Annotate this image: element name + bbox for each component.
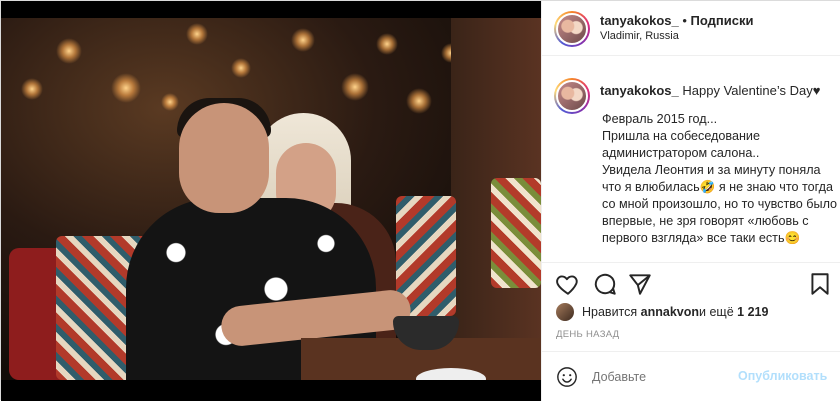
author-username[interactable]: tanyakokos_ bbox=[600, 13, 679, 28]
header-user-line: tanyakokos_ • Подписки bbox=[600, 13, 753, 28]
likes-prefix: Нравится bbox=[582, 305, 638, 319]
post-timestamp[interactable]: ДЕНЬ НАЗАД bbox=[556, 329, 619, 340]
comment-bar: Опубликовать bbox=[542, 351, 840, 401]
comment-icon[interactable] bbox=[592, 271, 618, 297]
share-icon[interactable] bbox=[627, 271, 653, 297]
caption-area: tanyakokos_ Happy Valentine’s Day♥ Февра… bbox=[542, 66, 840, 261]
post-header: tanyakokos_ • Подписки Vladimir, Russia bbox=[542, 1, 840, 56]
liker-avatar[interactable] bbox=[556, 303, 574, 321]
post-side-panel: tanyakokos_ • Подписки Vladimir, Russia … bbox=[541, 1, 840, 401]
likes-count[interactable]: 1 219 bbox=[737, 305, 768, 319]
emoji-icon[interactable] bbox=[556, 366, 578, 388]
likes-middle: и ещё bbox=[699, 305, 734, 319]
likes-line: Нравится annakvon и ещё 1 219 bbox=[556, 303, 768, 321]
liker-username[interactable]: annakvon bbox=[641, 305, 699, 319]
post-location[interactable]: Vladimir, Russia bbox=[600, 30, 679, 42]
action-bar bbox=[542, 262, 840, 302]
heart-icon[interactable] bbox=[555, 271, 581, 297]
publish-button[interactable]: Опубликовать bbox=[738, 369, 827, 383]
author-avatar[interactable] bbox=[554, 11, 590, 47]
post-photo[interactable] bbox=[1, 1, 541, 401]
follow-separator: • bbox=[678, 13, 691, 28]
follow-button[interactable]: Подписки bbox=[691, 13, 754, 28]
caption-headline: Happy Valentine’s Day♥ bbox=[682, 83, 821, 98]
post-container: tanyakokos_ • Подписки Vladimir, Russia … bbox=[0, 0, 840, 401]
caption-body: Февраль 2015 год... Пришла на собеседова… bbox=[602, 111, 838, 247]
comment-input[interactable] bbox=[592, 366, 712, 388]
photo-image bbox=[1, 18, 541, 380]
caption-avatar[interactable] bbox=[554, 78, 590, 114]
bookmark-icon[interactable] bbox=[807, 271, 833, 297]
caption-body-text: Февраль 2015 год... Пришла на собеседова… bbox=[602, 112, 838, 245]
caption-header: tanyakokos_ Happy Valentine’s Day♥ bbox=[600, 82, 832, 99]
caption-username[interactable]: tanyakokos_ bbox=[600, 83, 679, 98]
